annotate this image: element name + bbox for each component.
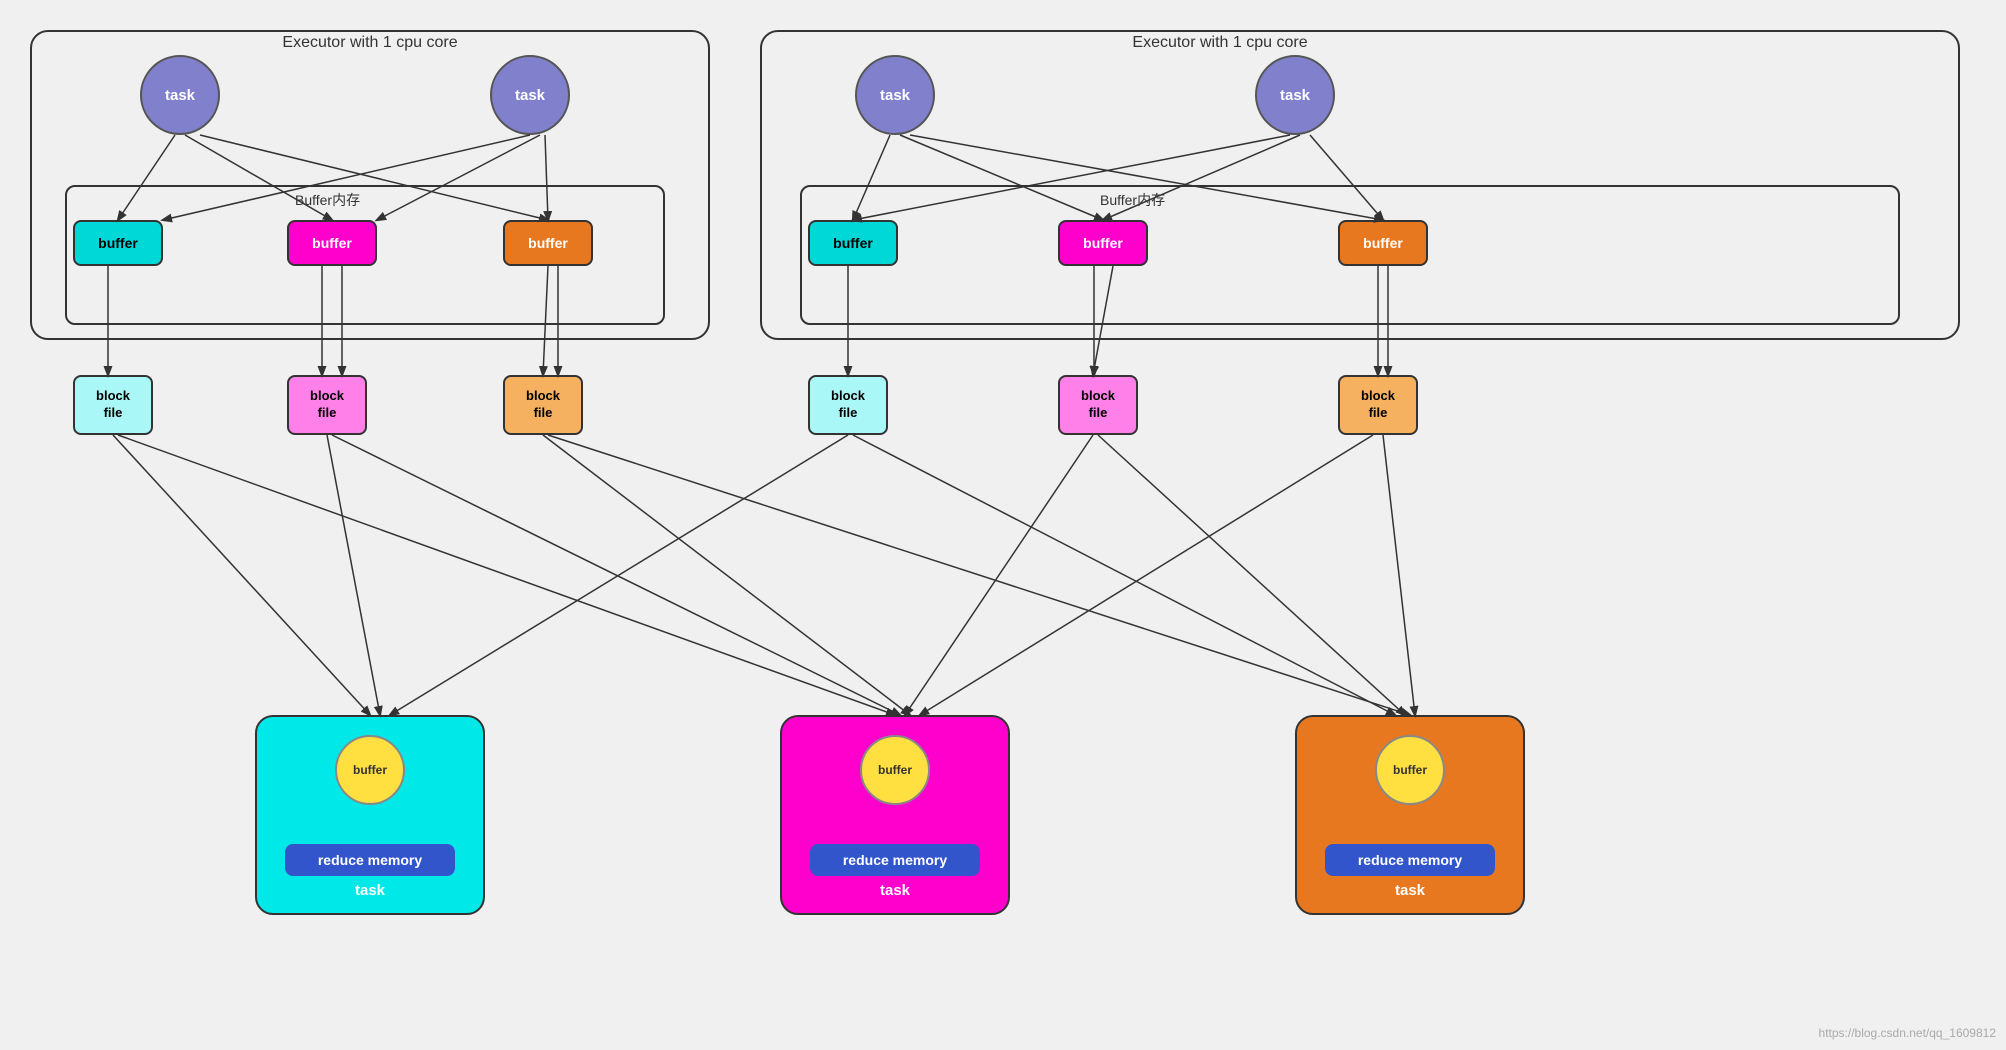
task-circle-left-1: task xyxy=(140,55,220,135)
reduce-memory-btn-magenta: reduce memory xyxy=(810,844,980,876)
executor-label-right: Executor with 1 cpu core xyxy=(1050,34,1390,52)
reduce-box-magenta: buffer reduce memory task xyxy=(780,715,1010,915)
reduce-box-orange: buffer reduce memory task xyxy=(1295,715,1525,915)
buffer-left-magenta: buffer xyxy=(287,220,377,266)
diagram: Executor with 1 cpu core Buffer内存 Execut… xyxy=(0,0,2006,1050)
block-left-cyan: blockfile xyxy=(73,375,153,435)
reduce-task-label-magenta: task xyxy=(880,882,910,899)
buffer-mem-label-left: Buffer内存 xyxy=(295,190,360,210)
buffer-right-orange: buffer xyxy=(1338,220,1428,266)
reduce-memory-btn-orange: reduce memory xyxy=(1325,844,1495,876)
buffer-left-orange: buffer xyxy=(503,220,593,266)
block-right-cyan: blockfile xyxy=(808,375,888,435)
buffer-right-magenta: buffer xyxy=(1058,220,1148,266)
buffer-mem-label-right: Buffer内存 xyxy=(1100,190,1165,210)
reduce-buffer-circle-cyan: buffer xyxy=(335,735,405,805)
reduce-task-label-cyan: task xyxy=(355,882,385,899)
task-circle-left-2: task xyxy=(490,55,570,135)
block-left-orange: blockfile xyxy=(503,375,583,435)
reduce-box-cyan: buffer reduce memory task xyxy=(255,715,485,915)
reduce-buffer-circle-magenta: buffer xyxy=(860,735,930,805)
block-right-orange: blockfile xyxy=(1338,375,1418,435)
executor-label-left: Executor with 1 cpu core xyxy=(200,34,540,52)
reduce-memory-btn-cyan: reduce memory xyxy=(285,844,455,876)
buffer-left-cyan: buffer xyxy=(73,220,163,266)
task-circle-right-2: task xyxy=(1255,55,1335,135)
buffer-right-cyan: buffer xyxy=(808,220,898,266)
reduce-buffer-circle-orange: buffer xyxy=(1375,735,1445,805)
block-left-magenta: blockfile xyxy=(287,375,367,435)
task-circle-right-1: task xyxy=(855,55,935,135)
watermark: https://blog.csdn.net/qq_1609812 xyxy=(1819,1026,1996,1040)
reduce-task-label-orange: task xyxy=(1395,882,1425,899)
block-right-magenta: blockfile xyxy=(1058,375,1138,435)
